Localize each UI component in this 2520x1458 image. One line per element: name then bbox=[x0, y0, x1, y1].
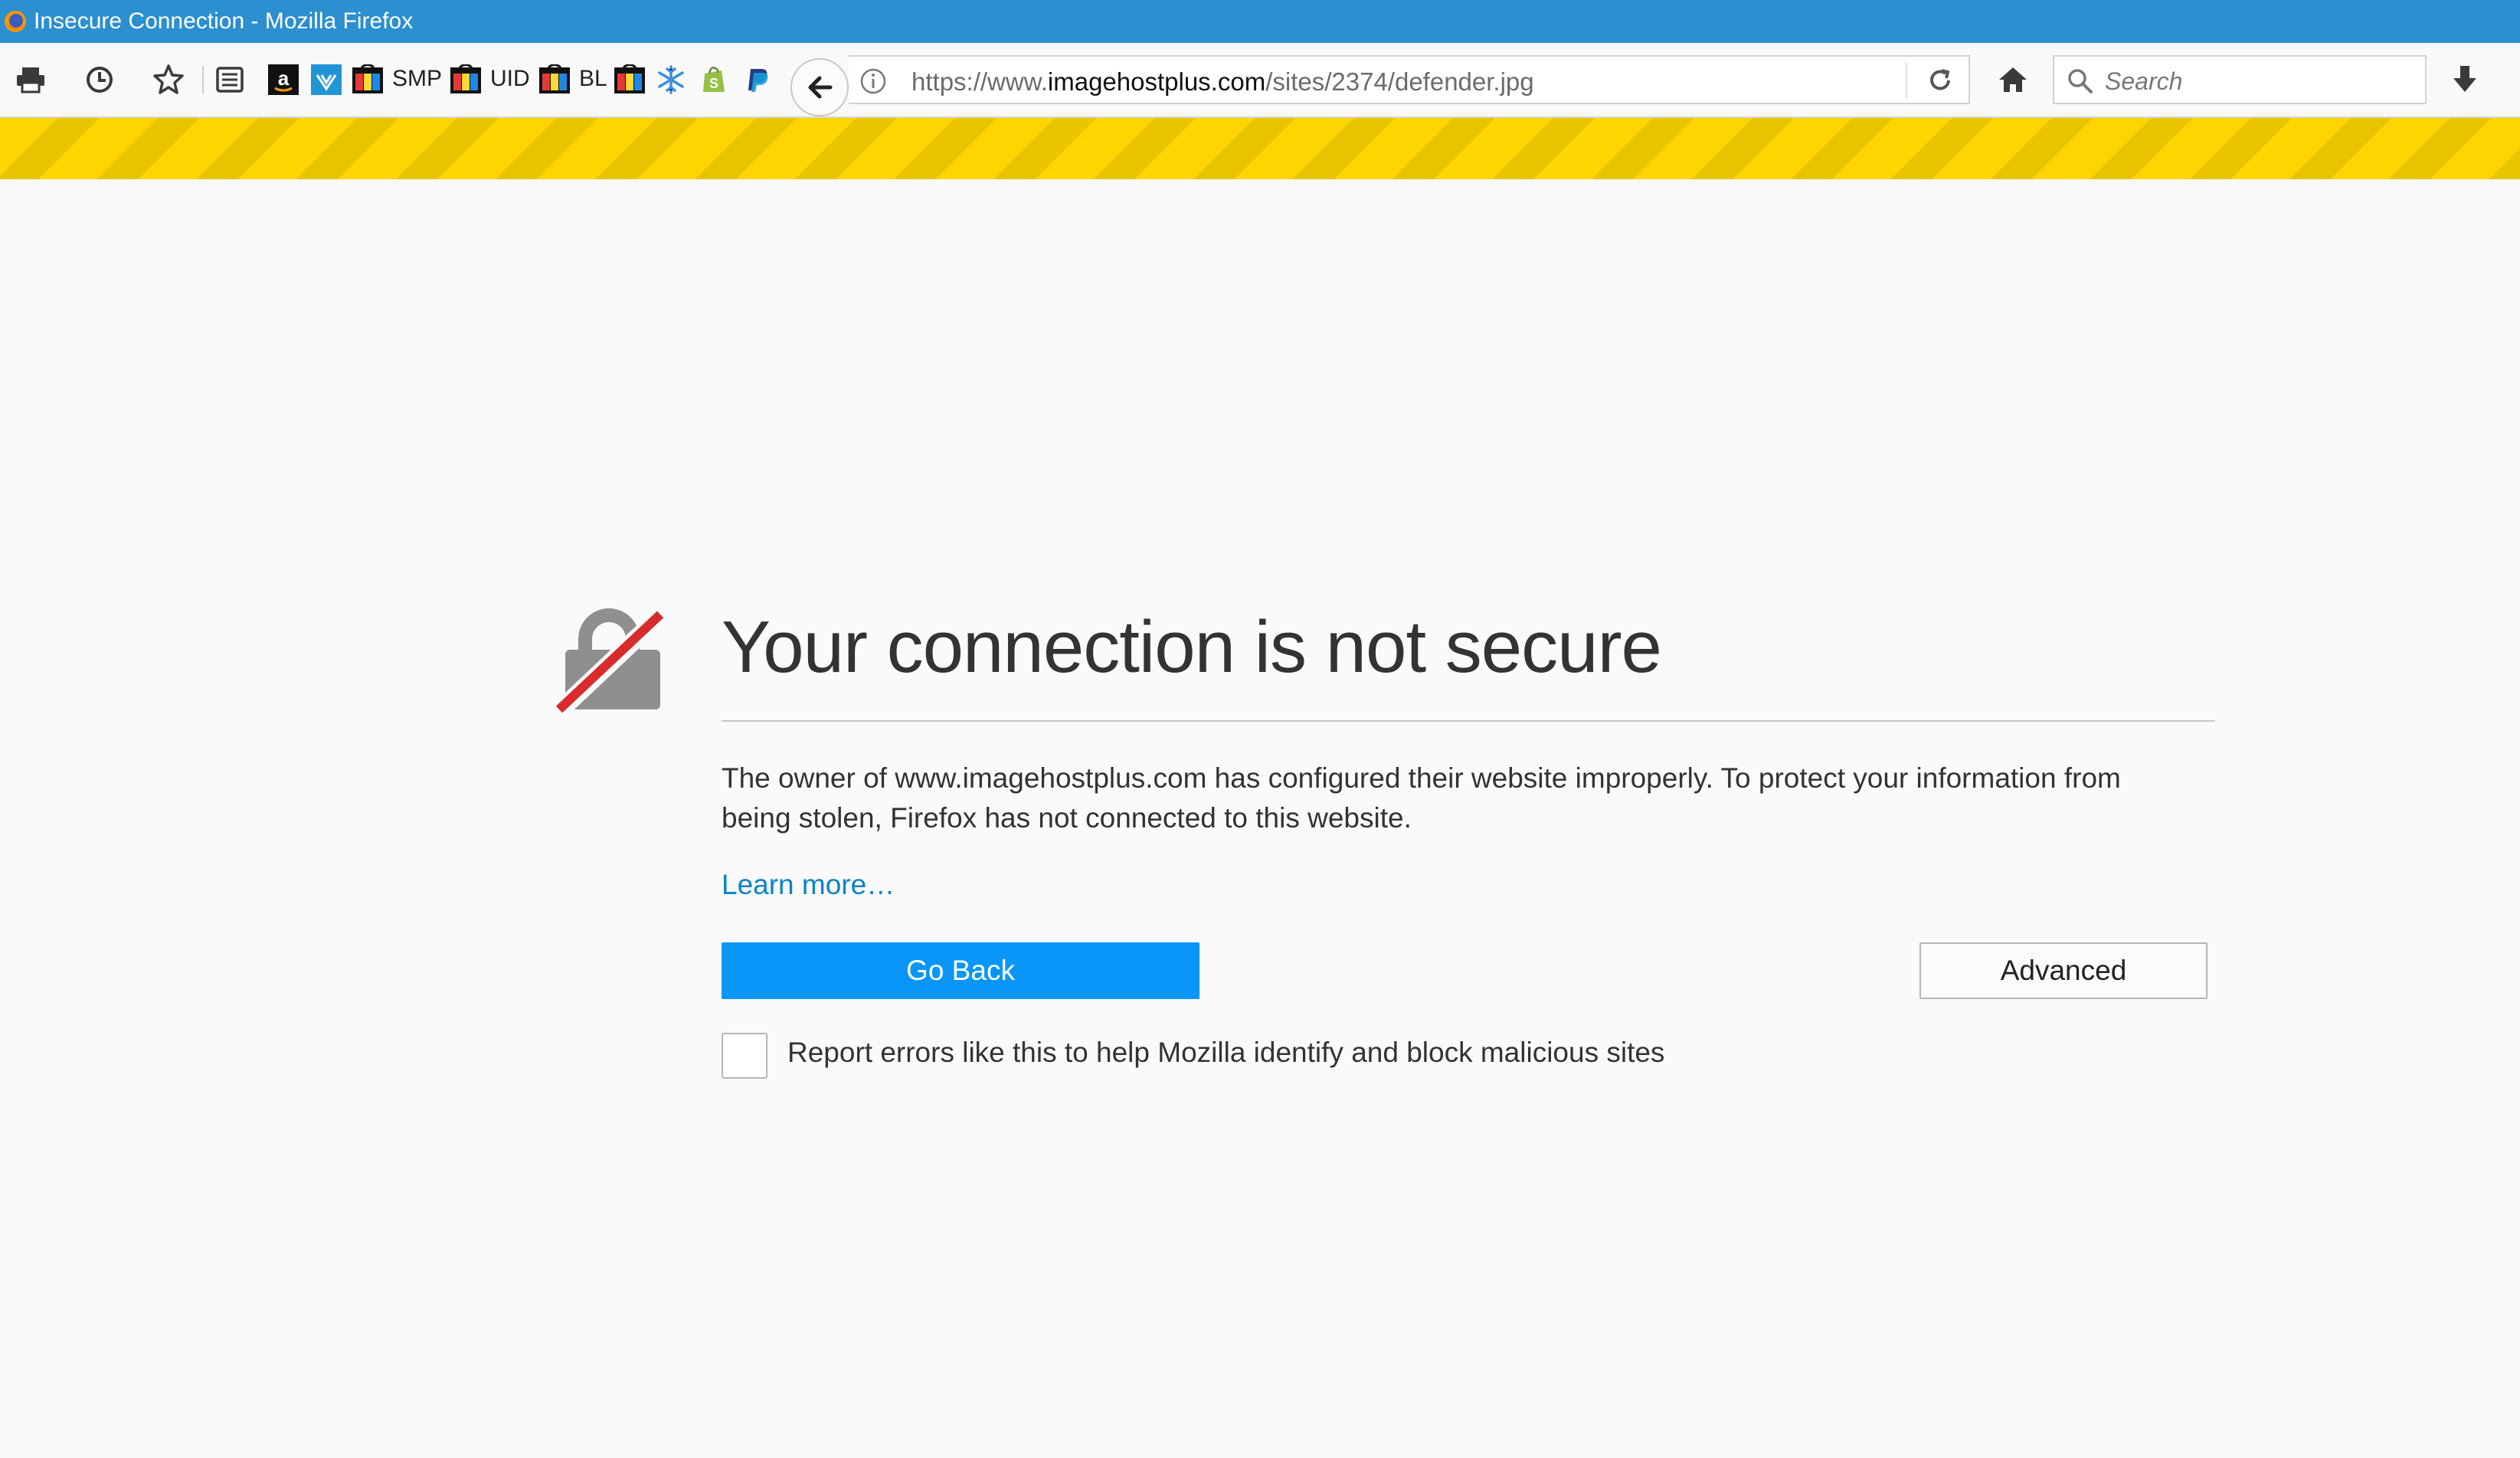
window-titlebar: Insecure Connection - Mozilla Firefox bbox=[0, 0, 2520, 43]
svg-text:S: S bbox=[709, 76, 718, 91]
reload-icon[interactable] bbox=[1926, 66, 1955, 95]
search-bar[interactable] bbox=[2053, 55, 2427, 104]
url-prefix: https://www. bbox=[911, 67, 1048, 96]
url-path: /sites/2374/defender.jpg bbox=[1265, 67, 1534, 96]
url-bar[interactable]: https://www.imagehostplus.com/sites/2374… bbox=[849, 55, 1970, 104]
downloads-icon[interactable] bbox=[2443, 58, 2486, 101]
tricolor-icon[interactable] bbox=[539, 64, 570, 95]
broken-lock-icon bbox=[551, 606, 666, 719]
tricolor-icon[interactable] bbox=[352, 64, 383, 95]
learn-more-link[interactable]: Learn more… bbox=[722, 869, 895, 901]
insecure-warning-stripe bbox=[0, 118, 2520, 179]
firefox-logo-icon bbox=[5, 11, 26, 32]
reading-list-icon[interactable] bbox=[208, 58, 251, 101]
tricolor-icon[interactable] bbox=[614, 64, 645, 95]
search-input[interactable] bbox=[2103, 63, 2413, 100]
site-info-icon[interactable] bbox=[859, 67, 887, 95]
report-errors-checkbox[interactable] bbox=[722, 1033, 767, 1079]
tricolor-icon[interactable] bbox=[450, 64, 481, 95]
error-description: The owner of www.imagehostplus.com has c… bbox=[722, 762, 2121, 834]
title-divider bbox=[722, 720, 2215, 722]
search-icon bbox=[2068, 69, 2093, 93]
advanced-button[interactable]: Advanced bbox=[1919, 942, 2207, 999]
report-errors-label[interactable]: Report errors like this to help Mozilla … bbox=[787, 1037, 1664, 1069]
home-icon[interactable] bbox=[1991, 58, 2034, 101]
shopify-icon[interactable]: S bbox=[699, 64, 729, 95]
bookmark-label-uid[interactable]: UID bbox=[490, 66, 530, 92]
url-text[interactable]: https://www.imagehostplus.com/sites/2374… bbox=[911, 67, 1534, 97]
svg-text:a: a bbox=[278, 67, 290, 90]
bookmark-star-icon[interactable] bbox=[147, 58, 190, 101]
go-back-button[interactable]: Go Back bbox=[722, 942, 1199, 999]
back-button[interactable] bbox=[790, 58, 849, 116]
back-arrow-icon bbox=[808, 76, 833, 99]
navigation-toolbar: a SMP UID BL S https://www.imagehostplus… bbox=[0, 43, 2520, 118]
window-title: Insecure Connection - Mozilla Firefox bbox=[34, 8, 414, 34]
bookmark-label-smp[interactable]: SMP bbox=[392, 66, 442, 92]
amazon-icon[interactable]: a bbox=[268, 64, 299, 95]
reload-separator bbox=[1906, 63, 1907, 98]
vine-icon[interactable] bbox=[311, 64, 342, 95]
bookmark-label-bl[interactable]: BL bbox=[579, 66, 607, 92]
paypal-icon[interactable] bbox=[743, 64, 774, 95]
history-icon[interactable] bbox=[78, 58, 121, 101]
toolbar-separator bbox=[202, 66, 204, 93]
error-title: Your connection is not secure bbox=[722, 606, 1662, 688]
url-domain: imagehostplus.com bbox=[1047, 67, 1266, 96]
print-icon[interactable] bbox=[9, 58, 52, 101]
snowflake-icon[interactable] bbox=[656, 64, 686, 95]
